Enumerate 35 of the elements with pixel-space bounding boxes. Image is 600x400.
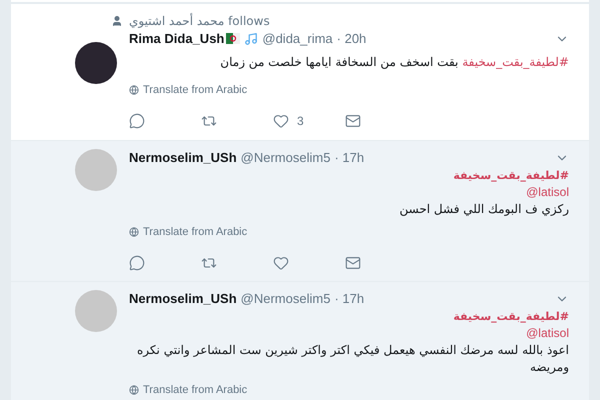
tweet-text: اعوذ بالله لسه مرضك النفسي هيعمل فيكي اكتر واكتر شيرين ست المشاعر وانتي نكره ومريضه bbox=[136, 342, 569, 376]
user-handle[interactable]: @dida_rima bbox=[262, 28, 333, 48]
globe-icon bbox=[129, 227, 139, 238]
hashtag-link[interactable]: #لطيفة_بقت_سخيفة bbox=[453, 167, 569, 184]
music-note-icon bbox=[244, 32, 258, 46]
mention-link[interactable]: @latisol bbox=[526, 184, 569, 201]
mention-link[interactable]: @latisol bbox=[526, 324, 569, 342]
user-handle[interactable]: @Nermoselim5 bbox=[240, 148, 330, 168]
like-count: 3 bbox=[297, 113, 304, 130]
like-icon[interactable] bbox=[273, 254, 289, 270]
globe-icon bbox=[129, 384, 139, 395]
avatar[interactable] bbox=[75, 42, 117, 84]
user-handle[interactable]: @Nermoselim5 bbox=[240, 288, 330, 308]
translate-link[interactable]: Translate from Arabic bbox=[143, 224, 248, 240]
translate-link[interactable]: Translate from Arabic bbox=[143, 382, 248, 398]
tweet-text: #لطيفة_بقت_سخيفة بقت اسخف من السخافة ايامها خلصت من زمان bbox=[220, 54, 569, 68]
like-icon[interactable] bbox=[273, 113, 289, 129]
tweet-text: ركزي ف البومك اللي فشل احسن bbox=[400, 201, 569, 218]
hashtag-link[interactable]: #لطيفة_بقت_سخيفة bbox=[462, 54, 569, 68]
direct-message-icon[interactable] bbox=[345, 113, 361, 129]
flag-icon bbox=[226, 33, 240, 44]
follows-context[interactable]: محمد أحمد اشتيوي follows bbox=[129, 12, 270, 30]
person-icon bbox=[111, 14, 123, 26]
user-name[interactable]: Rima Dida_Ush bbox=[129, 28, 224, 48]
hashtag-link[interactable]: #لطيفة_بقت_سخيفة bbox=[453, 308, 569, 324]
reply-icon[interactable] bbox=[129, 254, 145, 270]
tweet-time[interactable]: · 17h bbox=[334, 288, 364, 308]
direct-message-icon[interactable] bbox=[345, 254, 361, 270]
globe-icon bbox=[129, 84, 139, 95]
tweet-time[interactable]: · 17h bbox=[334, 148, 364, 168]
reply-icon[interactable] bbox=[129, 113, 145, 129]
translate-link[interactable]: Translate from Arabic bbox=[143, 82, 248, 98]
tweet-time[interactable]: · 20h bbox=[336, 28, 366, 48]
user-name[interactable]: Nermoselim_USh bbox=[129, 148, 237, 168]
user-name[interactable]: Nermoselim_USh bbox=[129, 288, 237, 308]
